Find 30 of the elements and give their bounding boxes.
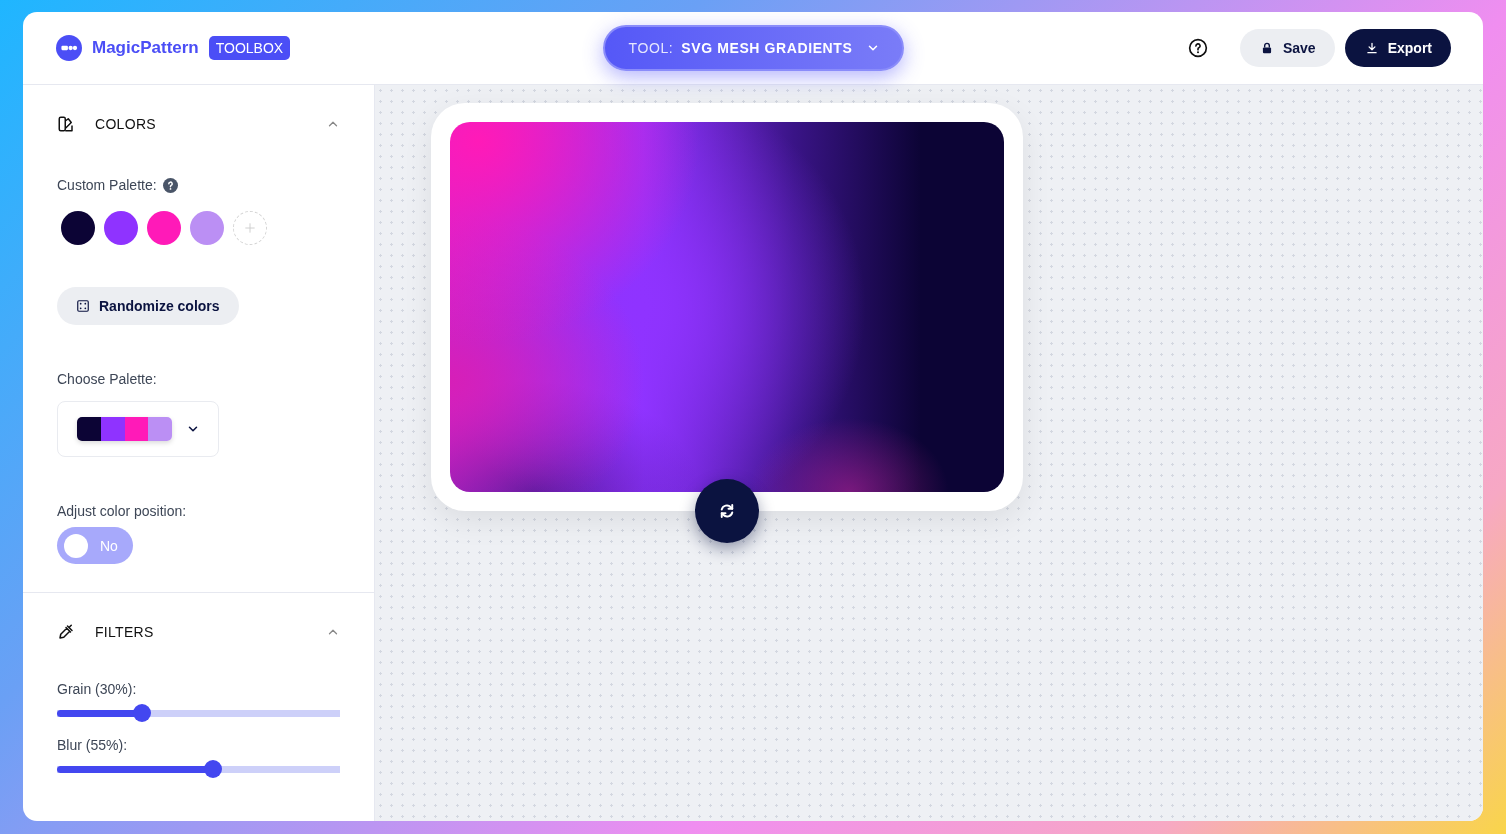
logo-icon	[56, 35, 82, 61]
color-swatch[interactable]	[61, 211, 95, 245]
help-icon	[1187, 38, 1208, 58]
download-icon	[1364, 41, 1379, 55]
section-title: FILTERS	[95, 624, 155, 640]
refresh-icon	[718, 502, 736, 520]
save-button[interactable]: Save	[1239, 29, 1335, 67]
color-swatch[interactable]	[190, 211, 224, 245]
field-label: Custom Palette:	[57, 177, 157, 193]
toolbox-badge: TOOLBOX	[208, 36, 291, 60]
field-label: Adjust color position:	[57, 503, 188, 519]
palette-icon	[57, 115, 75, 133]
slider-label: Grain (30%):	[57, 681, 138, 697]
color-swatch[interactable]	[104, 211, 138, 245]
palette-dropdown[interactable]	[57, 401, 219, 457]
randomize-button[interactable]: Randomize colors	[57, 287, 239, 325]
export-button[interactable]: Export	[1344, 29, 1451, 67]
color-swatch[interactable]	[147, 211, 181, 245]
plus-icon	[243, 221, 257, 235]
brand-name[interactable]: MagicPattern	[92, 38, 199, 58]
eyedropper-icon	[57, 623, 75, 641]
slider-thumb[interactable]	[203, 760, 222, 778]
help-icon	[162, 177, 178, 193]
slider-label: Blur (55%):	[57, 737, 129, 753]
section-title: COLORS	[95, 116, 157, 132]
field-label: Choose Palette:	[57, 371, 158, 387]
refresh-button[interactable]	[695, 479, 759, 543]
dice-icon	[76, 299, 90, 313]
tool-dropdown[interactable]: TOOL: SVG MESH GRADIENTS	[602, 25, 905, 71]
slider-thumb[interactable]	[132, 704, 151, 722]
